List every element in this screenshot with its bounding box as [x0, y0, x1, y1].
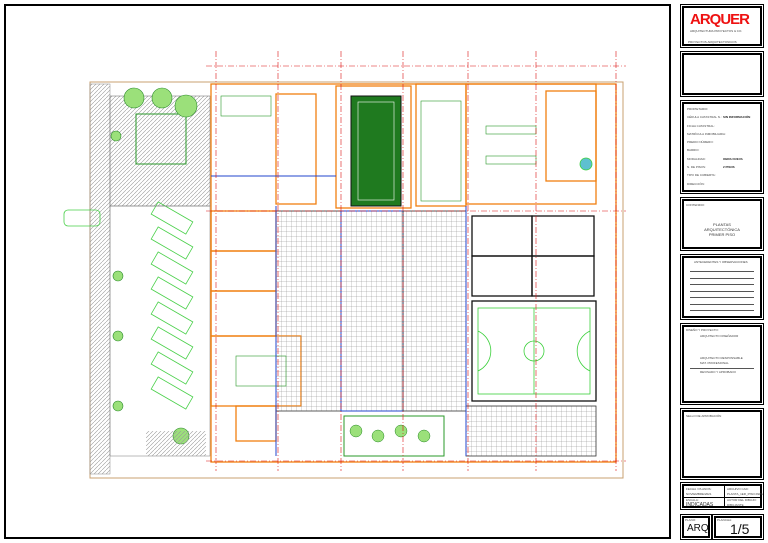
file-label: ARCHIVO CAD:: [727, 487, 749, 491]
logo-block: ARQUER ARQUITECTURA PROYECTOS & CO. PROY…: [680, 4, 764, 48]
lower-plaza: [146, 431, 206, 456]
basketball-court: [477, 307, 591, 395]
author-label: AUTOR DEL DIBUJO:: [727, 498, 757, 502]
sheet-number: 1/5: [730, 521, 750, 537]
sheet-title: PLANTAS ARQUITECTÓNICA PRIMER PISO: [704, 222, 740, 237]
field-label: FICHA CATASTRAL:: [687, 123, 715, 128]
project-field: PREDIO NÚMERO:: [687, 140, 758, 148]
logo-brand: ARQUER: [690, 11, 750, 28]
field-label: TIPO DE CUBIERTA:: [687, 173, 716, 178]
field-label: PROPIETARIO:: [687, 107, 709, 111]
divider: [690, 368, 754, 369]
file-value: PLANTA_1ER_PISO.DWG: [727, 492, 763, 496]
design-block: DISEÑO Y PROYECTO: ARQUITECTO DISEÑADOR …: [680, 323, 764, 405]
field-label: PREDIO NÚMERO:: [687, 140, 714, 145]
sheet-number-block: PLANCHA: 1/5: [712, 514, 764, 540]
project-field: TIPO DE CUBIERTA:: [687, 173, 758, 181]
sidewalk: [89, 83, 111, 475]
approval-block: SELLO DE APROBACIÓN: [680, 408, 764, 480]
notes-block: ANTECEDENTES Y OBSERVACIONES: [680, 254, 764, 320]
note-line: [690, 297, 754, 298]
project-info-block: PROPIETARIO: CÉDULA CATASTRAL N.: SIN INFO…: [680, 100, 764, 194]
note-line: [690, 278, 754, 279]
parking-spaces: [63, 201, 194, 410]
date-label: FECHA / PLANOS:: [686, 487, 712, 491]
date-value: NOVIEMBRE/2021: [686, 492, 712, 496]
field-label: CÉDULA CATASTRAL N.:: [687, 115, 722, 120]
logo-tagline: PROYECTOS ARQUITECTONICOS: [688, 40, 737, 44]
sheet-type: ARQ: [687, 523, 709, 534]
project-info-fields: PROPIETARIO: CÉDULA CATASTRAL N.: SIN INFO…: [687, 107, 758, 190]
signature-line: REVISADO Y APROBADO: [700, 370, 736, 374]
designer-registration: MAT. PROFESIONAL: [700, 361, 729, 365]
note-line: [690, 271, 754, 272]
courtyard: [465, 405, 597, 457]
parking-lot: [109, 205, 211, 457]
project-field: CÉDULA CATASTRAL N.: SIN INFORMACIÓN: [687, 115, 758, 123]
content-header: CONTENIDO:: [686, 203, 705, 207]
field-label: N. DE PISOS:: [687, 165, 706, 170]
approval-header: SELLO DE APROBACIÓN: [686, 414, 722, 418]
fountain: [579, 157, 593, 171]
note-line: [690, 284, 754, 285]
project-field: BARRIO:: [687, 148, 758, 156]
field-label: BARRIO:: [687, 148, 700, 153]
project-field: MODALIDAD: OBRA NUEVA: [687, 157, 758, 165]
logo-subtitle: ARQUITECTURA PROYECTOS & CO.: [690, 29, 743, 33]
floor-plan: [63, 51, 626, 479]
courtyard: [402, 210, 467, 412]
courtyard: [340, 210, 404, 412]
drawing-frame: [4, 4, 671, 539]
field-label: MODALIDAD:: [687, 156, 706, 161]
sheet-type-label: PLANO:: [685, 518, 697, 522]
field-value: OBRA NUEVA: [723, 156, 743, 161]
note-line: [690, 304, 754, 305]
field-label: MATRÍCULA INMOBILIARIA:: [687, 131, 726, 136]
project-field: DIRECCIÓN:: [687, 182, 758, 190]
football-field: [350, 95, 402, 207]
field-value: SIN INFORMACIÓN: [723, 115, 751, 120]
meta-block: FECHA / PLANOS: NOVIEMBRE/2021 ARCHIVO C…: [680, 482, 764, 510]
logo: ARQUER: [690, 11, 750, 28]
garden-trees: [349, 424, 431, 443]
note-line: [690, 291, 754, 292]
design-role: ARQUITECTO DISEÑADOR: [700, 334, 739, 338]
field-label: DIRECCIÓN:: [687, 181, 705, 186]
field-value: 2 PISOS: [723, 165, 735, 170]
scale-value: INDICADAS: [686, 502, 714, 508]
author-value: DIBUJANTE: [727, 503, 744, 507]
sheet-type-block: PLANO: ARQ: [680, 514, 712, 540]
note-line: [690, 310, 754, 311]
project-field: FICHA CATASTRAL:: [687, 124, 758, 132]
blank-block: [680, 51, 764, 97]
designer-name: ARQUITECTO RESPONSABLE: [700, 356, 743, 360]
divider: [724, 486, 725, 506]
project-field: MATRÍCULA INMOBILIARIA:: [687, 132, 758, 140]
notes-header: ANTECEDENTES Y OBSERVACIONES: [694, 260, 748, 264]
design-header: DISEÑO Y PROYECTO:: [686, 328, 719, 332]
content-block: CONTENIDO: PLANTAS ARQUITECTÓNICA PRIMER…: [680, 197, 764, 251]
project-field: N. DE PISOS: 2 PISOS: [687, 165, 758, 173]
